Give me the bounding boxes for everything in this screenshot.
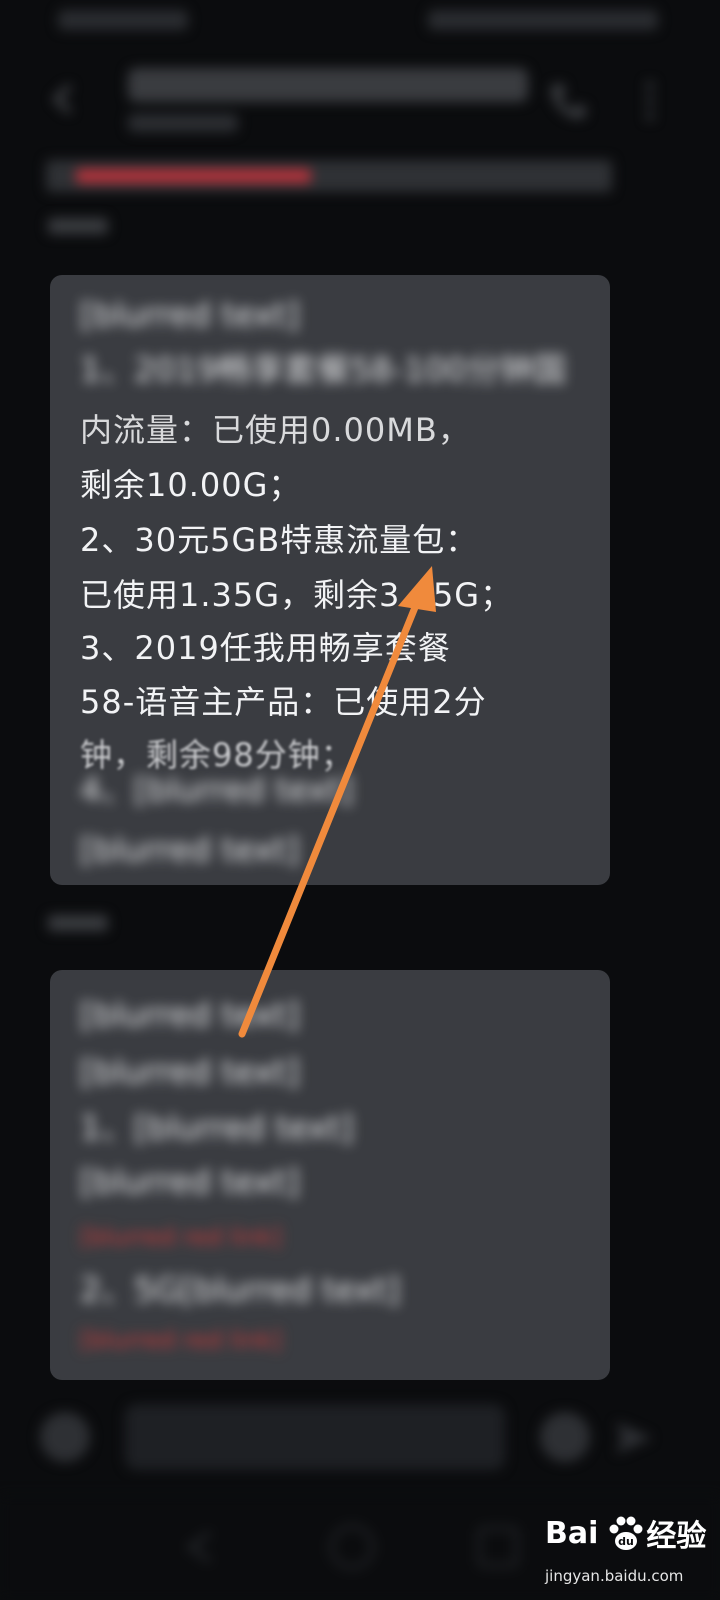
watermark-brand-left: Bai [545,1515,599,1551]
annotation-arrow [238,566,436,1038]
send-icon[interactable] [612,1418,656,1458]
nav-home-icon[interactable] [330,1525,374,1569]
svg-text:du: du [618,1535,634,1548]
add-attachment-icon[interactable] [40,1412,90,1462]
compose-bar [0,1390,720,1485]
nav-back-icon[interactable] [180,1527,220,1567]
nav-recents-icon[interactable] [478,1527,518,1567]
watermark-site: jingyan.baidu.com [545,1567,684,1585]
message-input[interactable] [125,1404,505,1470]
paw-icon: du [609,1516,643,1550]
annotation-arrowhead [398,566,436,612]
baidu-jingyan-watermark: Bai 经验 du jingyan.baidu.com [545,1495,715,1595]
watermark-brand-right: 经验 [646,1519,707,1554]
emoji-icon[interactable] [540,1412,590,1462]
